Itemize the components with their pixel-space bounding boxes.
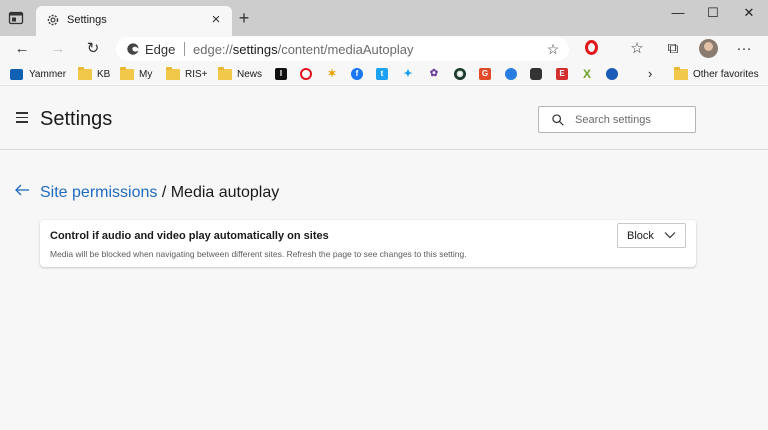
favorite-folder-kb[interactable]: KB [78, 66, 111, 81]
breadcrumb-site-permissions-link[interactable]: Site permissions [40, 184, 157, 201]
search-placeholder: Search settings [575, 114, 651, 126]
breadcrumb-current: Media autoplay [170, 184, 280, 201]
other-favorites-label: Other favorites [693, 68, 759, 80]
opera-favicon[interactable] [300, 68, 312, 80]
favorite-folder-news[interactable]: News [218, 66, 263, 81]
more-options-icon[interactable]: ··· [735, 40, 753, 58]
address-separator [184, 42, 185, 56]
dropdown-value: Block [627, 230, 654, 242]
favorite-label: My [139, 68, 153, 80]
tab-settings[interactable]: Settings × [36, 6, 232, 36]
favorite-folder-my[interactable]: My [120, 66, 153, 81]
favorite-folder-ris[interactable]: RIS+ [166, 66, 208, 81]
x-favicon[interactable]: X [581, 68, 593, 80]
favorites-bar: Yammer KB My RIS+ News I ✶ f t ✦ ✿ ◉ G E… [0, 62, 768, 86]
globe-favicon[interactable] [505, 68, 517, 80]
tab-strip: Settings × + — ☐ ✕ [0, 0, 768, 36]
favorites-icon[interactable]: ☆ [628, 40, 646, 58]
espn-favicon[interactable]: E [556, 68, 568, 80]
url-text: edge://settings/content/mediaAutoplay [193, 42, 414, 57]
folder-icon [78, 66, 92, 80]
profile-avatar[interactable] [699, 39, 718, 58]
yammer-icon [10, 68, 23, 80]
tab-title: Settings [67, 14, 107, 26]
nhl-favicon[interactable] [530, 68, 542, 80]
folder-icon [120, 66, 134, 80]
g-favicon[interactable]: G [479, 68, 491, 80]
site-identity: Edge [145, 42, 176, 57]
maximize-button[interactable]: ☐ [698, 2, 728, 24]
hamburger-menu-icon[interactable] [16, 112, 28, 123]
twitter-favicon[interactable]: ✦ [402, 68, 414, 80]
gear-icon [47, 14, 59, 26]
search-settings-input[interactable]: Search settings [538, 106, 696, 133]
mlb-favicon[interactable]: ◉ [454, 68, 466, 80]
collections-icon[interactable]: ⧉ [664, 40, 682, 58]
folder-icon [674, 66, 688, 80]
autoplay-setting-card: Control if audio and video play automati… [40, 220, 696, 267]
site-favicon-i[interactable]: I [275, 68, 287, 80]
favorite-label: KB [97, 68, 111, 80]
refresh-icon[interactable]: ↻ [84, 40, 102, 58]
favorite-label: RIS+ [185, 68, 208, 80]
settings-page: Settings Search settings Site permission… [0, 86, 768, 430]
minimize-button[interactable]: — [663, 2, 693, 24]
close-tab-icon[interactable]: × [208, 12, 224, 28]
chevron-right-icon[interactable]: › [648, 66, 652, 81]
add-favorite-icon[interactable]: ☆ [544, 40, 562, 58]
tab-actions-icon[interactable] [8, 10, 24, 26]
setting-description: Media will be blocked when navigating be… [50, 249, 467, 259]
address-bar[interactable]: Edge edge://settings/content/mediaAutopl… [116, 37, 569, 61]
autoplay-dropdown[interactable]: Block [617, 223, 686, 248]
chase-favicon[interactable] [606, 68, 618, 80]
browser-toolbar: ← → ↻ Edge edge://settings/content/media… [0, 36, 768, 62]
nbc-favicon[interactable]: ✿ [428, 68, 440, 80]
other-favorites[interactable]: Other favorites [674, 66, 759, 81]
folder-icon [166, 66, 180, 80]
favorite-label: Yammer [29, 68, 67, 80]
edge-logo-icon [127, 43, 139, 55]
breadcrumb-separator: / [157, 184, 171, 201]
twitter-square-favicon[interactable]: t [376, 68, 388, 80]
setting-title: Control if audio and video play automati… [50, 230, 329, 242]
forward-icon[interactable]: → [49, 40, 67, 58]
page-title: Settings [40, 108, 113, 130]
back-arrow-icon[interactable] [14, 183, 30, 197]
folder-icon [218, 66, 232, 80]
settings-header: Settings Search settings [0, 86, 768, 150]
facebook-favicon[interactable]: f [351, 68, 363, 80]
new-tab-icon[interactable]: + [236, 9, 252, 27]
favorite-label: News [237, 68, 263, 80]
favorite-yammer[interactable]: Yammer [10, 67, 66, 81]
opera-extension-icon[interactable] [585, 40, 598, 55]
back-icon[interactable]: ← [13, 40, 31, 58]
breadcrumb: Site permissions / Media autoplay [40, 184, 279, 202]
close-window-button[interactable]: ✕ [734, 2, 764, 24]
search-icon [552, 114, 564, 126]
pinwheel-favicon[interactable]: ✶ [326, 68, 338, 80]
chevron-down-icon [664, 232, 676, 239]
